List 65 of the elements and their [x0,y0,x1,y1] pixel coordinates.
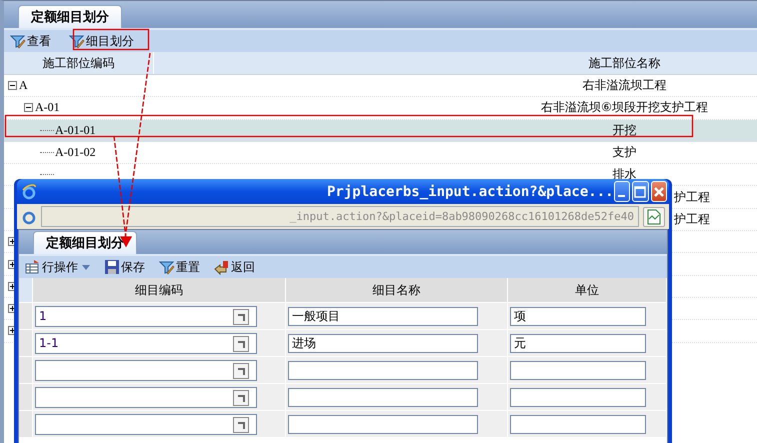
back-arrow-icon [214,259,230,275]
tree-code: A-01-01 [55,122,96,138]
name-field[interactable] [288,360,478,380]
close-button[interactable] [650,181,667,202]
table-rows-icon [25,259,41,275]
unit-field[interactable] [510,414,646,434]
code-field[interactable] [35,386,257,408]
tree-name: 排水 [612,166,636,184]
caret-icon [82,264,90,270]
tree-code: A-01 [35,100,60,116]
unit-field[interactable] [510,388,646,406]
maximize-button[interactable] [632,181,649,202]
filter-icon [69,33,85,49]
picker-icon[interactable] [233,336,249,352]
minimize-icon [618,194,626,196]
code-field[interactable]: 1-1 [35,332,257,354]
collapse-icon[interactable] [8,81,17,90]
picker-icon[interactable] [233,390,249,406]
save-button[interactable]: 保存 [100,258,149,276]
tree-name: 护工程 [674,188,710,206]
browser-icon [21,184,37,200]
code-field[interactable]: 1 [35,306,257,326]
column-header: 细目编码 [33,278,286,303]
tree-code: A-01-02 [55,145,96,160]
code-field[interactable] [35,414,257,434]
tree-code: A [19,78,28,94]
tree-row[interactable]: A 右非溢流坝工程 [4,75,757,98]
tree-name: 右非溢流坝⑥坝段开挖支护工程 [541,99,708,116]
name-field[interactable]: 一般项目 [288,306,478,326]
close-icon [652,186,665,198]
tree-row[interactable]: A-01-01 开挖 [4,120,757,142]
column-header: 细目名称 [286,278,508,303]
minimize-button[interactable] [614,181,630,202]
tree-row[interactable]: A-01-02 支护 [4,142,757,164]
back-button[interactable]: 返回 [210,258,259,276]
filter-icon [159,259,175,275]
picker-icon[interactable] [233,362,249,378]
maximize-icon [634,186,646,198]
reset-button[interactable]: 重置 [155,258,204,276]
picker-icon[interactable] [233,308,249,324]
popup-tab[interactable]: 定额细目划分 [33,231,137,254]
tree-name: 开挖 [612,122,636,139]
code-field[interactable] [35,360,257,380]
filter-icon [10,33,26,49]
view-button[interactable]: 查看 [6,32,55,50]
divide-button[interactable]: 细目划分 [65,32,138,50]
column-header: 施工部位编码 [4,52,154,74]
tree-name: 支护 [612,144,636,162]
tree-name: 护工程 [674,210,710,228]
collapse-icon[interactable] [24,103,33,112]
column-header: 施工部位名称 [588,54,662,72]
go-button[interactable] [643,206,665,226]
name-field[interactable] [288,388,478,406]
save-icon [104,259,120,275]
name-field[interactable] [288,414,478,434]
main-tab[interactable]: 定额细目划分 [18,5,122,28]
column-header: 单位 [508,278,667,303]
picker-icon[interactable] [233,416,249,432]
unit-field[interactable] [510,360,646,380]
unit-field[interactable]: 元 [510,334,646,352]
menu-button[interactable]: 行操作 [21,258,94,276]
tree-name: 右非溢流坝工程 [582,77,666,94]
name-field[interactable]: 进场 [288,334,478,352]
window-title: Prjplacerbs_input.action?&place... [327,184,614,200]
unit-field[interactable]: 项 [510,306,646,326]
